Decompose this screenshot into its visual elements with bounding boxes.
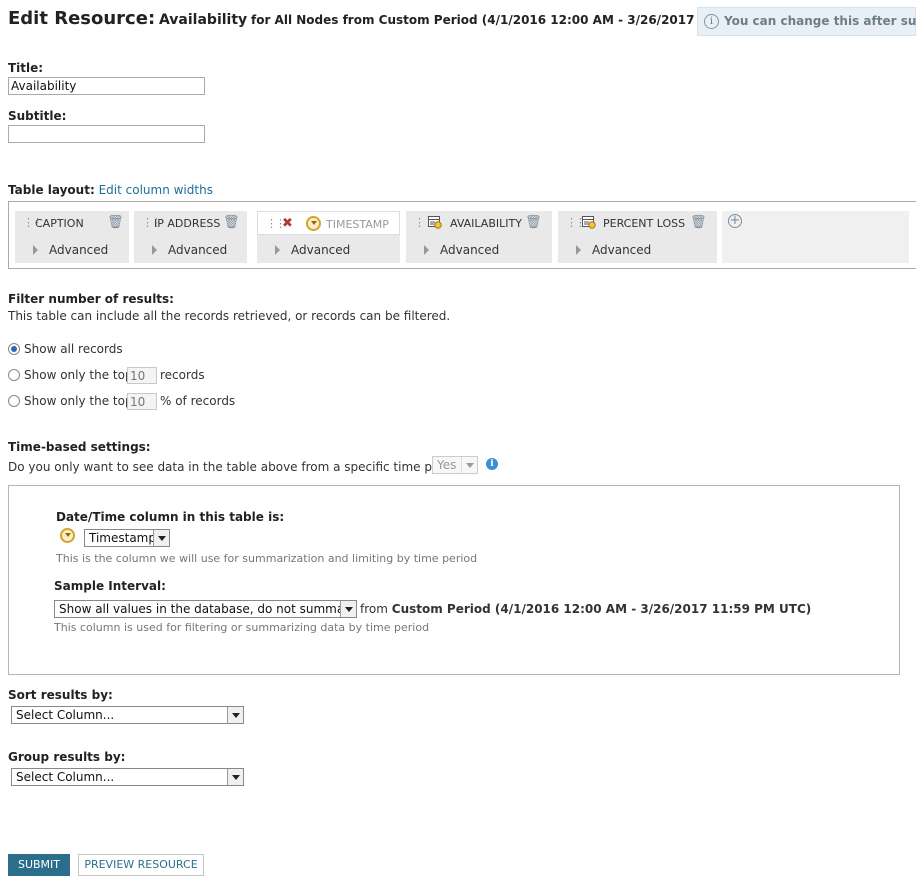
advanced-label: Advanced (592, 243, 652, 257)
expand-arrow-icon (152, 245, 157, 255)
group-select[interactable]: Select Column... (11, 768, 244, 786)
advanced-label: Advanced (291, 243, 351, 257)
filter-description: This table can include all the records r… (8, 309, 451, 323)
radio-label-suffix: records (160, 368, 205, 382)
trash-icon[interactable]: 🗑 (690, 215, 707, 230)
sample-interval-value: Show all values in the database, do not … (59, 602, 357, 616)
title-label: Title: (8, 61, 44, 75)
column-caption[interactable]: ⋮⋮ CAPTION 🗑 Advanced (15, 211, 129, 263)
from-text: from (360, 602, 388, 616)
submit-button[interactable]: SUBMIT (8, 854, 70, 876)
radio-label: Show only the top (24, 394, 133, 408)
trash-icon[interactable]: 🗑 (525, 215, 542, 230)
page-title: Edit Resource: Availability for All Node… (8, 8, 798, 29)
edit-column-widths-link[interactable]: Edit column widths (99, 183, 213, 197)
trash-icon[interactable]: 🗑 (107, 215, 124, 230)
radio-button[interactable] (8, 343, 20, 355)
radio-top-records[interactable]: Show only the top 10 records (8, 367, 248, 388)
summary-table-icon (582, 216, 596, 229)
time-heading: Time-based settings: (8, 440, 151, 454)
preview-resource-button[interactable]: PREVIEW RESOURCE (78, 854, 204, 876)
summary-table-icon (428, 216, 442, 229)
no-summary-icon: ✖ (282, 216, 293, 231)
chevron-down-icon (227, 769, 243, 785)
page-title-prefix: Edit Resource: (8, 8, 156, 29)
chevron-down-icon (227, 707, 243, 723)
column-label: IP ADDRESS (154, 217, 221, 230)
advanced-toggle[interactable]: Advanced (558, 238, 717, 263)
sample-interval-label: Sample Interval: (54, 579, 166, 593)
sort-value: Select Column... (16, 708, 115, 722)
expand-arrow-icon (33, 245, 38, 255)
trash-icon[interactable]: 🗑 (223, 215, 240, 230)
column-label: PERCENT LOSS (603, 217, 686, 230)
sort-label: Sort results by: (8, 688, 113, 702)
time-period-value: Yes (437, 458, 457, 472)
advanced-label: Advanced (440, 243, 500, 257)
table-layout-columns: ⋮⋮ CAPTION 🗑 Advanced ⋮⋮ IP ADDRESS 🗑 Ad… (8, 201, 916, 269)
drag-handle-icon[interactable]: ⋮⋮ (23, 216, 43, 229)
advanced-toggle[interactable]: Advanced (134, 238, 247, 263)
radio-show-all[interactable]: Show all records (8, 342, 123, 356)
radio-button[interactable] (8, 369, 20, 381)
submit-hint-text: You can change this after submit. (724, 14, 916, 28)
add-column-area: + (722, 211, 909, 263)
group-value: Select Column... (16, 770, 115, 784)
advanced-toggle[interactable]: Advanced (406, 238, 552, 263)
column-percent-loss[interactable]: ⋮⋮ PERCENT LOSS 🗑 Advanced (558, 211, 717, 263)
chevron-down-icon (340, 601, 356, 617)
sample-interval-note: This column is used for filtering or sum… (54, 621, 430, 634)
custom-period-text: Custom Period (4/1/2016 12:00 AM - 3/26/… (391, 602, 812, 616)
subtitle-input[interactable] (8, 125, 205, 143)
column-label: AVAILABILITY (450, 217, 522, 230)
submit-hint: i You can change this after submit. (697, 7, 916, 36)
date-column-value: Timestamp (89, 531, 156, 545)
date-column-label: Date/Time column in this table is: (56, 510, 285, 524)
column-ip-address[interactable]: ⋮⋮ IP ADDRESS 🗑 Advanced (134, 211, 247, 263)
top-records-input[interactable]: 10 (127, 367, 157, 384)
info-icon[interactable]: i (486, 458, 498, 470)
column-availability[interactable]: ⋮⋮ AVAILABILITY 🗑 Advanced (406, 211, 552, 263)
top-percent-input[interactable]: 10 (127, 393, 157, 410)
radio-label: Show all records (24, 342, 123, 356)
column-label: TIMESTAMP (326, 218, 389, 231)
advanced-label: Advanced (168, 243, 228, 257)
chevron-down-icon (153, 530, 169, 546)
sort-select[interactable]: Select Column... (11, 706, 244, 724)
clock-icon (60, 528, 75, 543)
filter-heading: Filter number of results: (8, 292, 174, 306)
radio-top-percent[interactable]: Show only the top 10 % of records (8, 393, 268, 414)
time-question: Do you only want to see data in the tabl… (8, 460, 469, 474)
advanced-toggle[interactable]: Advanced (15, 238, 129, 263)
advanced-toggle[interactable]: Advanced (257, 238, 400, 263)
table-layout-heading: Table layout: Edit column widths (8, 183, 213, 197)
column-timestamp[interactable]: ⋮⋮ ✖ TIMESTAMP Advanced (257, 211, 400, 263)
drag-handle-icon[interactable]: ⋮⋮ (142, 216, 162, 229)
resource-name: Availability (158, 12, 248, 28)
sample-interval-select[interactable]: Show all values in the database, do not … (54, 600, 357, 618)
radio-label-suffix: % of records (160, 394, 236, 408)
advanced-label: Advanced (49, 243, 109, 257)
expand-arrow-icon (424, 245, 429, 255)
table-layout-label: Table layout: (8, 183, 95, 197)
column-header: ⋮⋮ ✖ TIMESTAMP (257, 211, 400, 235)
group-label: Group results by: (8, 750, 126, 764)
expand-arrow-icon (576, 245, 581, 255)
date-column-note: This is the column we will use for summa… (56, 552, 478, 565)
radio-button[interactable] (8, 395, 20, 407)
date-column-select[interactable]: Timestamp (84, 529, 170, 547)
column-label: CAPTION (35, 217, 84, 230)
subtitle-label: Subtitle: (8, 109, 67, 123)
period-summary: from Custom Period (4/1/2016 12:00 AM - … (360, 602, 811, 616)
info-icon: i (704, 14, 719, 29)
time-period-select[interactable]: Yes (432, 456, 478, 474)
chevron-down-icon (461, 457, 477, 473)
title-input[interactable] (8, 77, 205, 95)
expand-arrow-icon (275, 245, 280, 255)
radio-label: Show only the top (24, 368, 133, 382)
clock-icon (306, 216, 321, 231)
add-column-icon[interactable]: + (728, 214, 742, 228)
